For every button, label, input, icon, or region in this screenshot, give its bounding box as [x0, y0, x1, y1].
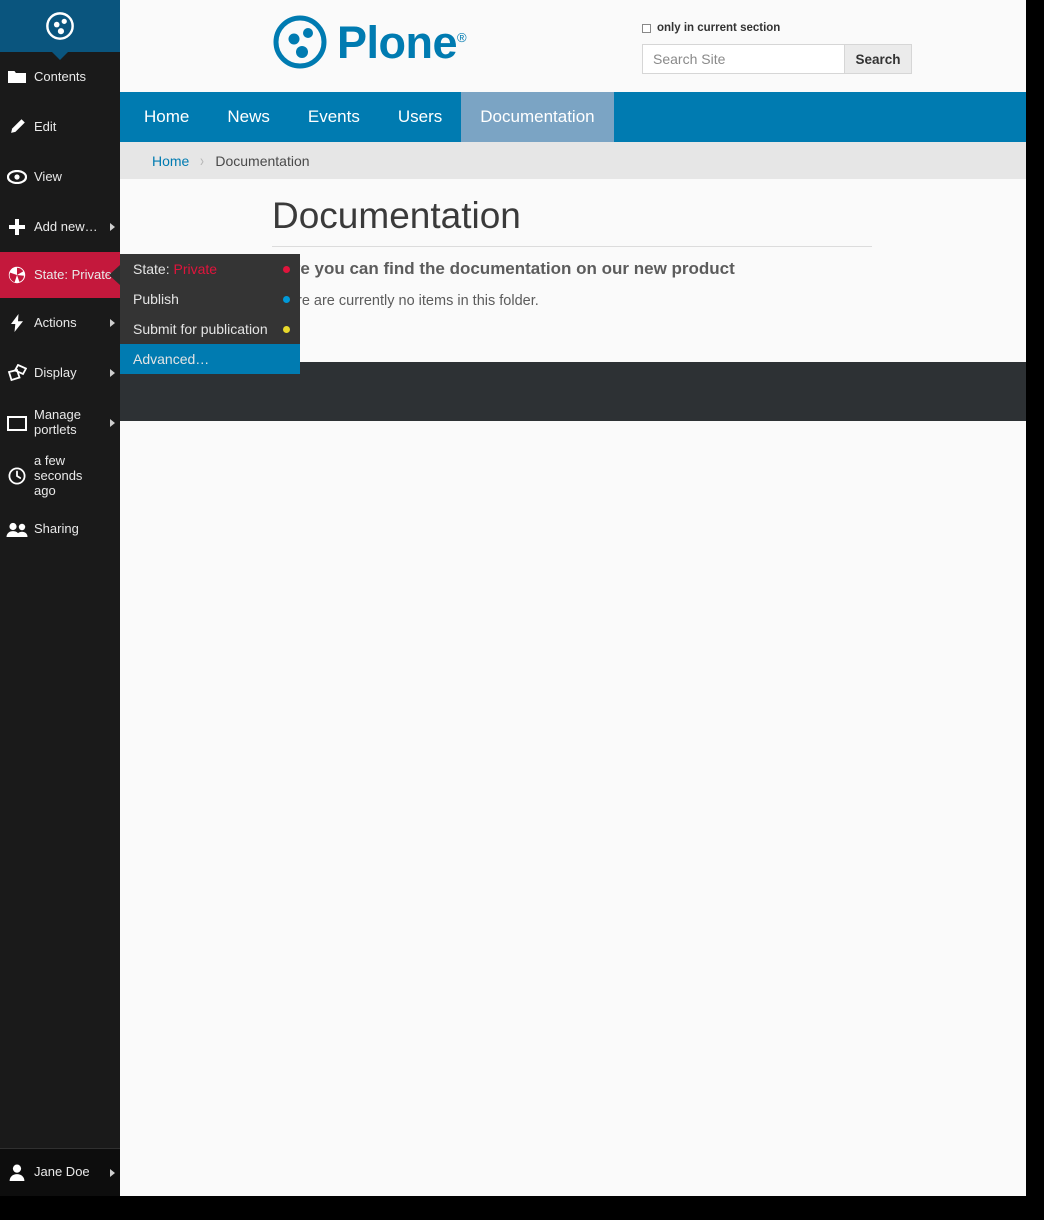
state-dot-pending — [283, 326, 290, 333]
toolbar-item-add-new[interactable]: Add new… — [0, 202, 120, 252]
site-header: Plone® only in current section Search — [0, 0, 1026, 92]
toolbar-item-modified-time[interactable]: a few seconds ago — [0, 448, 120, 505]
nav-item-news[interactable]: News — [208, 92, 289, 142]
search-button[interactable]: Search — [844, 44, 912, 74]
folder-icon — [0, 69, 34, 85]
toolbar-user-menu[interactable]: Jane Doe — [0, 1148, 120, 1196]
page-title: Documentation — [272, 195, 521, 238]
toolbar-item-manage-portlets[interactable]: Manage portlets — [0, 398, 120, 448]
state-menu-item-label: Submit for publication — [133, 321, 275, 337]
bolt-icon — [0, 314, 34, 332]
state-current-value: Private — [173, 261, 217, 277]
toolbar-item-label: View — [34, 170, 104, 185]
state-flyout-menu: State: Private Publish Submit for public… — [120, 254, 300, 374]
site-logo[interactable]: Plone® — [272, 14, 466, 70]
plone-logo-icon — [45, 11, 75, 41]
chevron-right-icon — [104, 1169, 120, 1177]
state-icon — [0, 266, 34, 284]
breadcrumb-home[interactable]: Home — [152, 153, 189, 169]
state-menu-item-label: Publish — [133, 291, 275, 307]
toolbar-item-edit[interactable]: Edit — [0, 102, 120, 152]
plone-toolbar: Contents Edit — [0, 0, 120, 1196]
chevron-right-icon — [104, 319, 120, 327]
state-notch-icon — [102, 252, 120, 298]
state-label-prefix: State: — [133, 261, 170, 277]
toolbar-item-label: Add new… — [34, 220, 104, 235]
state-dot-private — [283, 266, 290, 273]
logo-wordmark: Plone® — [337, 20, 466, 65]
eye-icon — [0, 170, 34, 184]
users-icon — [0, 522, 34, 538]
toolbar-item-sharing[interactable]: Sharing — [0, 505, 120, 555]
state-menu-item-current: State: Private — [120, 254, 300, 284]
toolbar-user-label: Jane Doe — [34, 1165, 104, 1180]
screenshot-root: Plone® only in current section Search Ho… — [0, 0, 1044, 1220]
empty-folder-message: There are currently no items in this fol… — [272, 293, 539, 309]
search-block: only in current section Search — [642, 20, 912, 74]
breadcrumb: Home › Documentation — [120, 142, 1026, 179]
toolbar-item-display[interactable]: Display — [0, 348, 120, 398]
layers-icon — [0, 364, 34, 382]
plone-logo-icon — [272, 14, 328, 70]
only-current-section-checkbox[interactable] — [642, 24, 651, 33]
toolbar-item-label: Edit — [34, 120, 104, 135]
toolbar-item-label: Actions — [34, 316, 104, 331]
site-canvas: Plone® only in current section Search Ho… — [0, 0, 1026, 1196]
chevron-right-icon — [104, 419, 120, 427]
nav-item-events[interactable]: Events — [289, 92, 379, 142]
toolbar-item-contents[interactable]: Contents — [0, 52, 120, 102]
chevron-right-icon — [104, 223, 120, 231]
breadcrumb-current: Documentation — [215, 153, 309, 169]
search-scope-option[interactable]: only in current section — [642, 20, 912, 36]
state-menu-item-submit[interactable]: Submit for publication — [120, 314, 300, 344]
rectangle-icon — [0, 416, 34, 431]
breadcrumb-separator-icon: › — [193, 151, 211, 171]
state-menu-item-label: Advanced… — [133, 351, 290, 367]
toolbar-item-label: Contents — [34, 70, 104, 85]
chevron-right-icon — [104, 369, 120, 377]
toolbar-item-view[interactable]: View — [0, 152, 120, 202]
nav-item-home[interactable]: Home — [120, 92, 208, 142]
state-dot-published — [283, 296, 290, 303]
nav-item-users[interactable]: Users — [379, 92, 461, 142]
plus-icon — [0, 218, 34, 236]
content-description: Here you can find the documentation on o… — [272, 259, 735, 279]
nav-item-documentation[interactable]: Documentation — [461, 92, 613, 142]
title-divider — [272, 246, 872, 247]
only-current-section-label: only in current section — [657, 22, 780, 34]
toolbar-item-actions[interactable]: Actions — [0, 298, 120, 348]
main-navigation: Home News Events Users Documentation — [120, 92, 1026, 142]
toolbar-item-state[interactable]: State: Private — [0, 252, 120, 298]
logo-registered-mark: ® — [457, 30, 466, 45]
user-icon — [0, 1164, 34, 1181]
pencil-icon — [0, 118, 34, 136]
toolbar-item-label: Manage portlets — [34, 408, 104, 438]
toolbar-logo-button[interactable] — [0, 0, 120, 52]
logo-text-label: Plone — [337, 17, 457, 68]
state-menu-item-label: State: Private — [133, 261, 275, 277]
clock-icon — [0, 467, 34, 485]
state-menu-item-publish[interactable]: Publish — [120, 284, 300, 314]
toolbar-items: Contents Edit — [0, 52, 120, 555]
toolbar-item-label: Display — [34, 366, 104, 381]
search-row: Search — [642, 44, 912, 74]
state-menu-item-advanced[interactable]: Advanced… — [120, 344, 300, 374]
toolbar-item-label: a few seconds ago — [34, 454, 104, 499]
search-input[interactable] — [642, 44, 844, 74]
toolbar-item-label: Sharing — [34, 522, 104, 537]
